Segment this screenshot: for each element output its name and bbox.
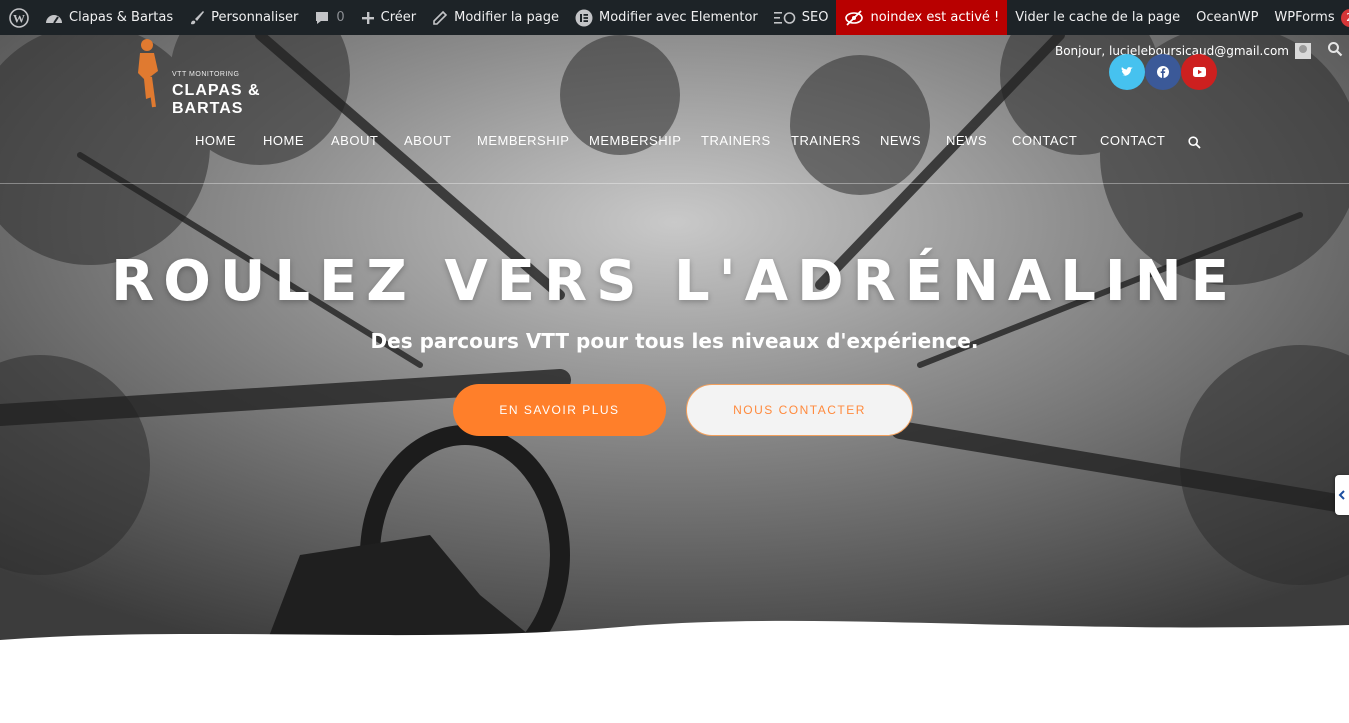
admin-elementor-label: Modifier avec Elementor <box>599 10 758 25</box>
admin-create-link[interactable]: Créer <box>353 0 424 35</box>
nav-item-membership[interactable]: MEMBERSHIP <box>477 133 569 148</box>
admin-clear-cache-link[interactable]: Vider le cache de la page <box>1007 0 1188 35</box>
admin-wpforms-badge: 2 <box>1340 8 1349 27</box>
svg-text:W: W <box>13 11 25 25</box>
search-icon[interactable] <box>1327 41 1343 61</box>
nav-item-membership[interactable]: MEMBERSHIP <box>589 133 681 148</box>
hero-subtitle: Des parcours VTT pour tous les niveaux d… <box>370 329 979 353</box>
dashboard-icon <box>45 10 63 26</box>
admin-site-link[interactable]: Clapas & Bartas <box>37 0 181 35</box>
nav-item-home[interactable]: HOME <box>195 133 236 148</box>
admin-oceanwp-label: OceanWP <box>1196 10 1259 25</box>
seo-icon <box>773 11 796 25</box>
admin-comments-count: 0 <box>336 10 345 25</box>
main-navigation: HOME HOME ABOUT ABOUT MEMBERSHIP MEMBERS… <box>0 133 1349 161</box>
user-greeting[interactable]: Bonjour, lucieleboursicaud@gmail.com <box>1055 43 1311 59</box>
facebook-button[interactable] <box>1145 54 1181 90</box>
eye-slash-icon <box>844 9 864 26</box>
nav-item-contact[interactable]: CONTACT <box>1100 133 1165 148</box>
admin-edit-page-label: Modifier la page <box>454 10 560 25</box>
youtube-button[interactable] <box>1181 54 1217 90</box>
site-logo[interactable]: VTT MONITORING CLAPAS & BARTAS <box>132 37 322 117</box>
youtube-icon <box>1192 67 1206 77</box>
nav-item-news[interactable]: NEWS <box>946 133 987 148</box>
nav-item-about[interactable]: ABOUT <box>331 133 378 148</box>
admin-comments-link[interactable]: 0 <box>306 0 352 35</box>
comment-icon <box>314 10 330 26</box>
nav-search-icon[interactable] <box>1188 134 1201 153</box>
admin-seo-link[interactable]: SEO <box>766 0 837 35</box>
contact-us-button[interactable]: NOUS CONTACTER <box>686 384 913 436</box>
admin-seo-label: SEO <box>801 10 829 25</box>
admin-wpforms-label: WPForms <box>1274 10 1335 25</box>
learn-more-button[interactable]: EN SAVOIR PLUS <box>453 384 666 436</box>
nav-item-trainers[interactable]: TRAINERS <box>791 133 861 148</box>
pencil-icon <box>432 10 448 26</box>
chevron-left-icon <box>1338 490 1345 500</box>
admin-customize-label: Personnaliser <box>211 10 299 25</box>
admin-bar: W Clapas & Bartas Personnaliser 0 Créer … <box>0 0 1349 35</box>
nav-item-home[interactable]: HOME <box>263 133 304 148</box>
brush-icon <box>189 10 205 26</box>
facebook-icon <box>1157 66 1169 78</box>
hero-section: VTT MONITORING CLAPAS & BARTAS Bonjour, … <box>0 35 1349 660</box>
plus-icon <box>361 11 375 25</box>
elementor-icon <box>575 9 593 27</box>
cyclist-logo-icon <box>138 39 158 108</box>
twitter-icon <box>1121 67 1133 76</box>
wordpress-logo-icon[interactable]: W <box>0 0 37 35</box>
admin-site-name: Clapas & Bartas <box>69 10 174 25</box>
side-panel-toggle[interactable] <box>1335 475 1349 515</box>
nav-item-news[interactable]: NEWS <box>880 133 921 148</box>
hero-title: ROULEZ VERS L'ADRÉNALINE <box>111 249 1238 314</box>
logo-title: CLAPAS & BARTAS <box>172 82 261 117</box>
admin-noindex-warning[interactable]: noindex est activé ! <box>836 0 1008 35</box>
admin-clear-cache-label: Vider le cache de la page <box>1015 10 1181 25</box>
admin-customize-link[interactable]: Personnaliser <box>181 0 306 35</box>
logo-subtitle: VTT MONITORING <box>172 71 240 78</box>
nav-item-contact[interactable]: CONTACT <box>1012 133 1077 148</box>
admin-elementor-link[interactable]: Modifier avec Elementor <box>567 0 766 35</box>
avatar <box>1295 43 1311 59</box>
nav-item-trainers[interactable]: TRAINERS <box>701 133 771 148</box>
admin-create-label: Créer <box>380 10 417 25</box>
nav-item-about[interactable]: ABOUT <box>404 133 451 148</box>
admin-noindex-label: noindex est activé ! <box>870 10 1000 25</box>
admin-wpforms-link[interactable]: WPForms 2 <box>1266 0 1349 35</box>
twitter-button[interactable] <box>1109 54 1145 90</box>
admin-edit-page-link[interactable]: Modifier la page <box>424 0 567 35</box>
header-divider <box>0 183 1349 184</box>
admin-oceanwp-link[interactable]: OceanWP <box>1188 0 1266 35</box>
